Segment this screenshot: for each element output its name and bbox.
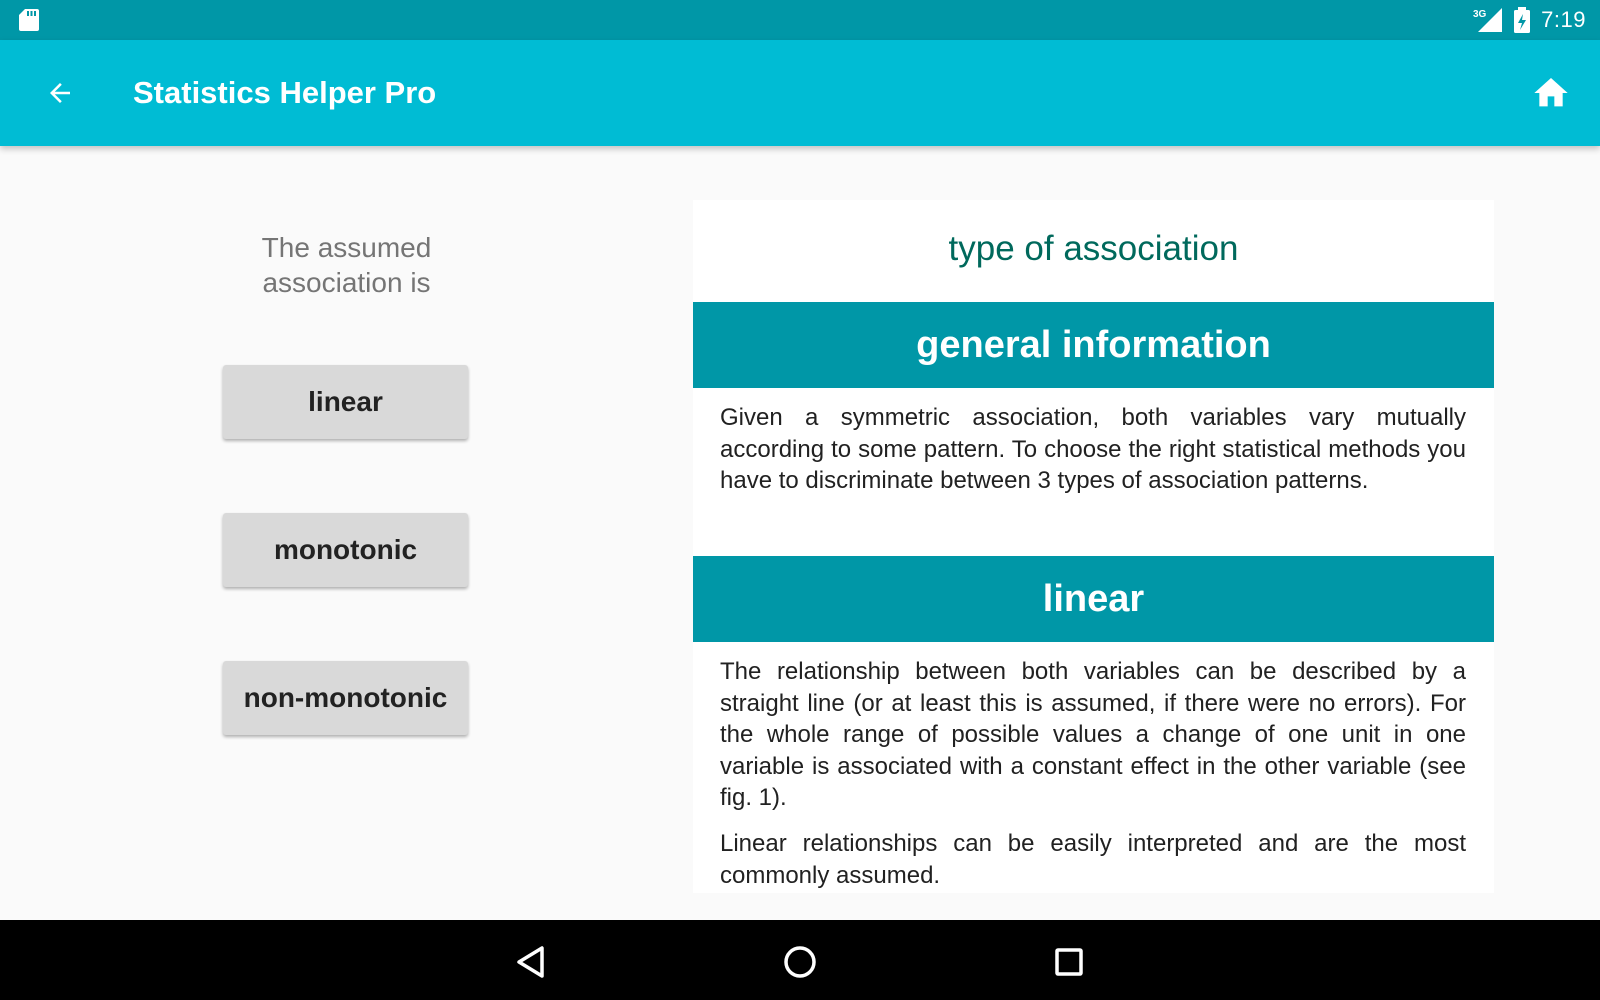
nav-home-button[interactable]	[774, 936, 826, 988]
selection-panel: The assumed association is linear monoto…	[0, 146, 693, 920]
general-information-paragraph: Given a symmetric association, both vari…	[720, 404, 1466, 495]
info-card[interactable]: type of association general information …	[693, 200, 1494, 893]
arrow-back-icon	[50, 83, 70, 103]
nav-back-icon	[517, 946, 544, 978]
nav-recents-button[interactable]	[1043, 936, 1095, 988]
back-button[interactable]	[38, 71, 82, 115]
linear-paragraph-1: The relationship between both variables …	[720, 658, 1466, 812]
monotonic-button[interactable]: monotonic	[223, 513, 468, 587]
linear-button[interactable]: linear	[223, 365, 468, 439]
non-monotonic-button[interactable]: non-monotonic	[223, 661, 468, 735]
navigation-bar	[0, 920, 1600, 1000]
sd-card-icon	[19, 9, 39, 31]
app-bar: Statistics Helper Pro	[0, 40, 1600, 146]
app-title: Statistics Helper Pro	[133, 75, 437, 110]
linear-paragraph-2: Linear relationships can be easily inter…	[720, 830, 1466, 889]
section-header-general-information: general information	[693, 302, 1494, 388]
nav-back-button[interactable]	[505, 936, 557, 988]
network-type-label: 3G	[1473, 9, 1487, 20]
info-card-title: type of association	[948, 229, 1239, 268]
status-bar: 3G 7:19	[0, 0, 1600, 40]
status-icons: 3G 7:19	[1473, 0, 1586, 40]
home-icon	[1534, 78, 1568, 107]
nav-recents-icon	[1055, 948, 1083, 976]
status-clock: 7:19	[1541, 7, 1586, 32]
home-button[interactable]	[1528, 70, 1574, 116]
signal-3g-icon: 3G	[1473, 8, 1503, 32]
nav-home-icon	[784, 946, 816, 978]
association-prompt: The assumed association is	[261, 232, 432, 298]
battery-charging-icon	[1514, 7, 1531, 33]
section-header-linear: linear	[693, 556, 1494, 642]
